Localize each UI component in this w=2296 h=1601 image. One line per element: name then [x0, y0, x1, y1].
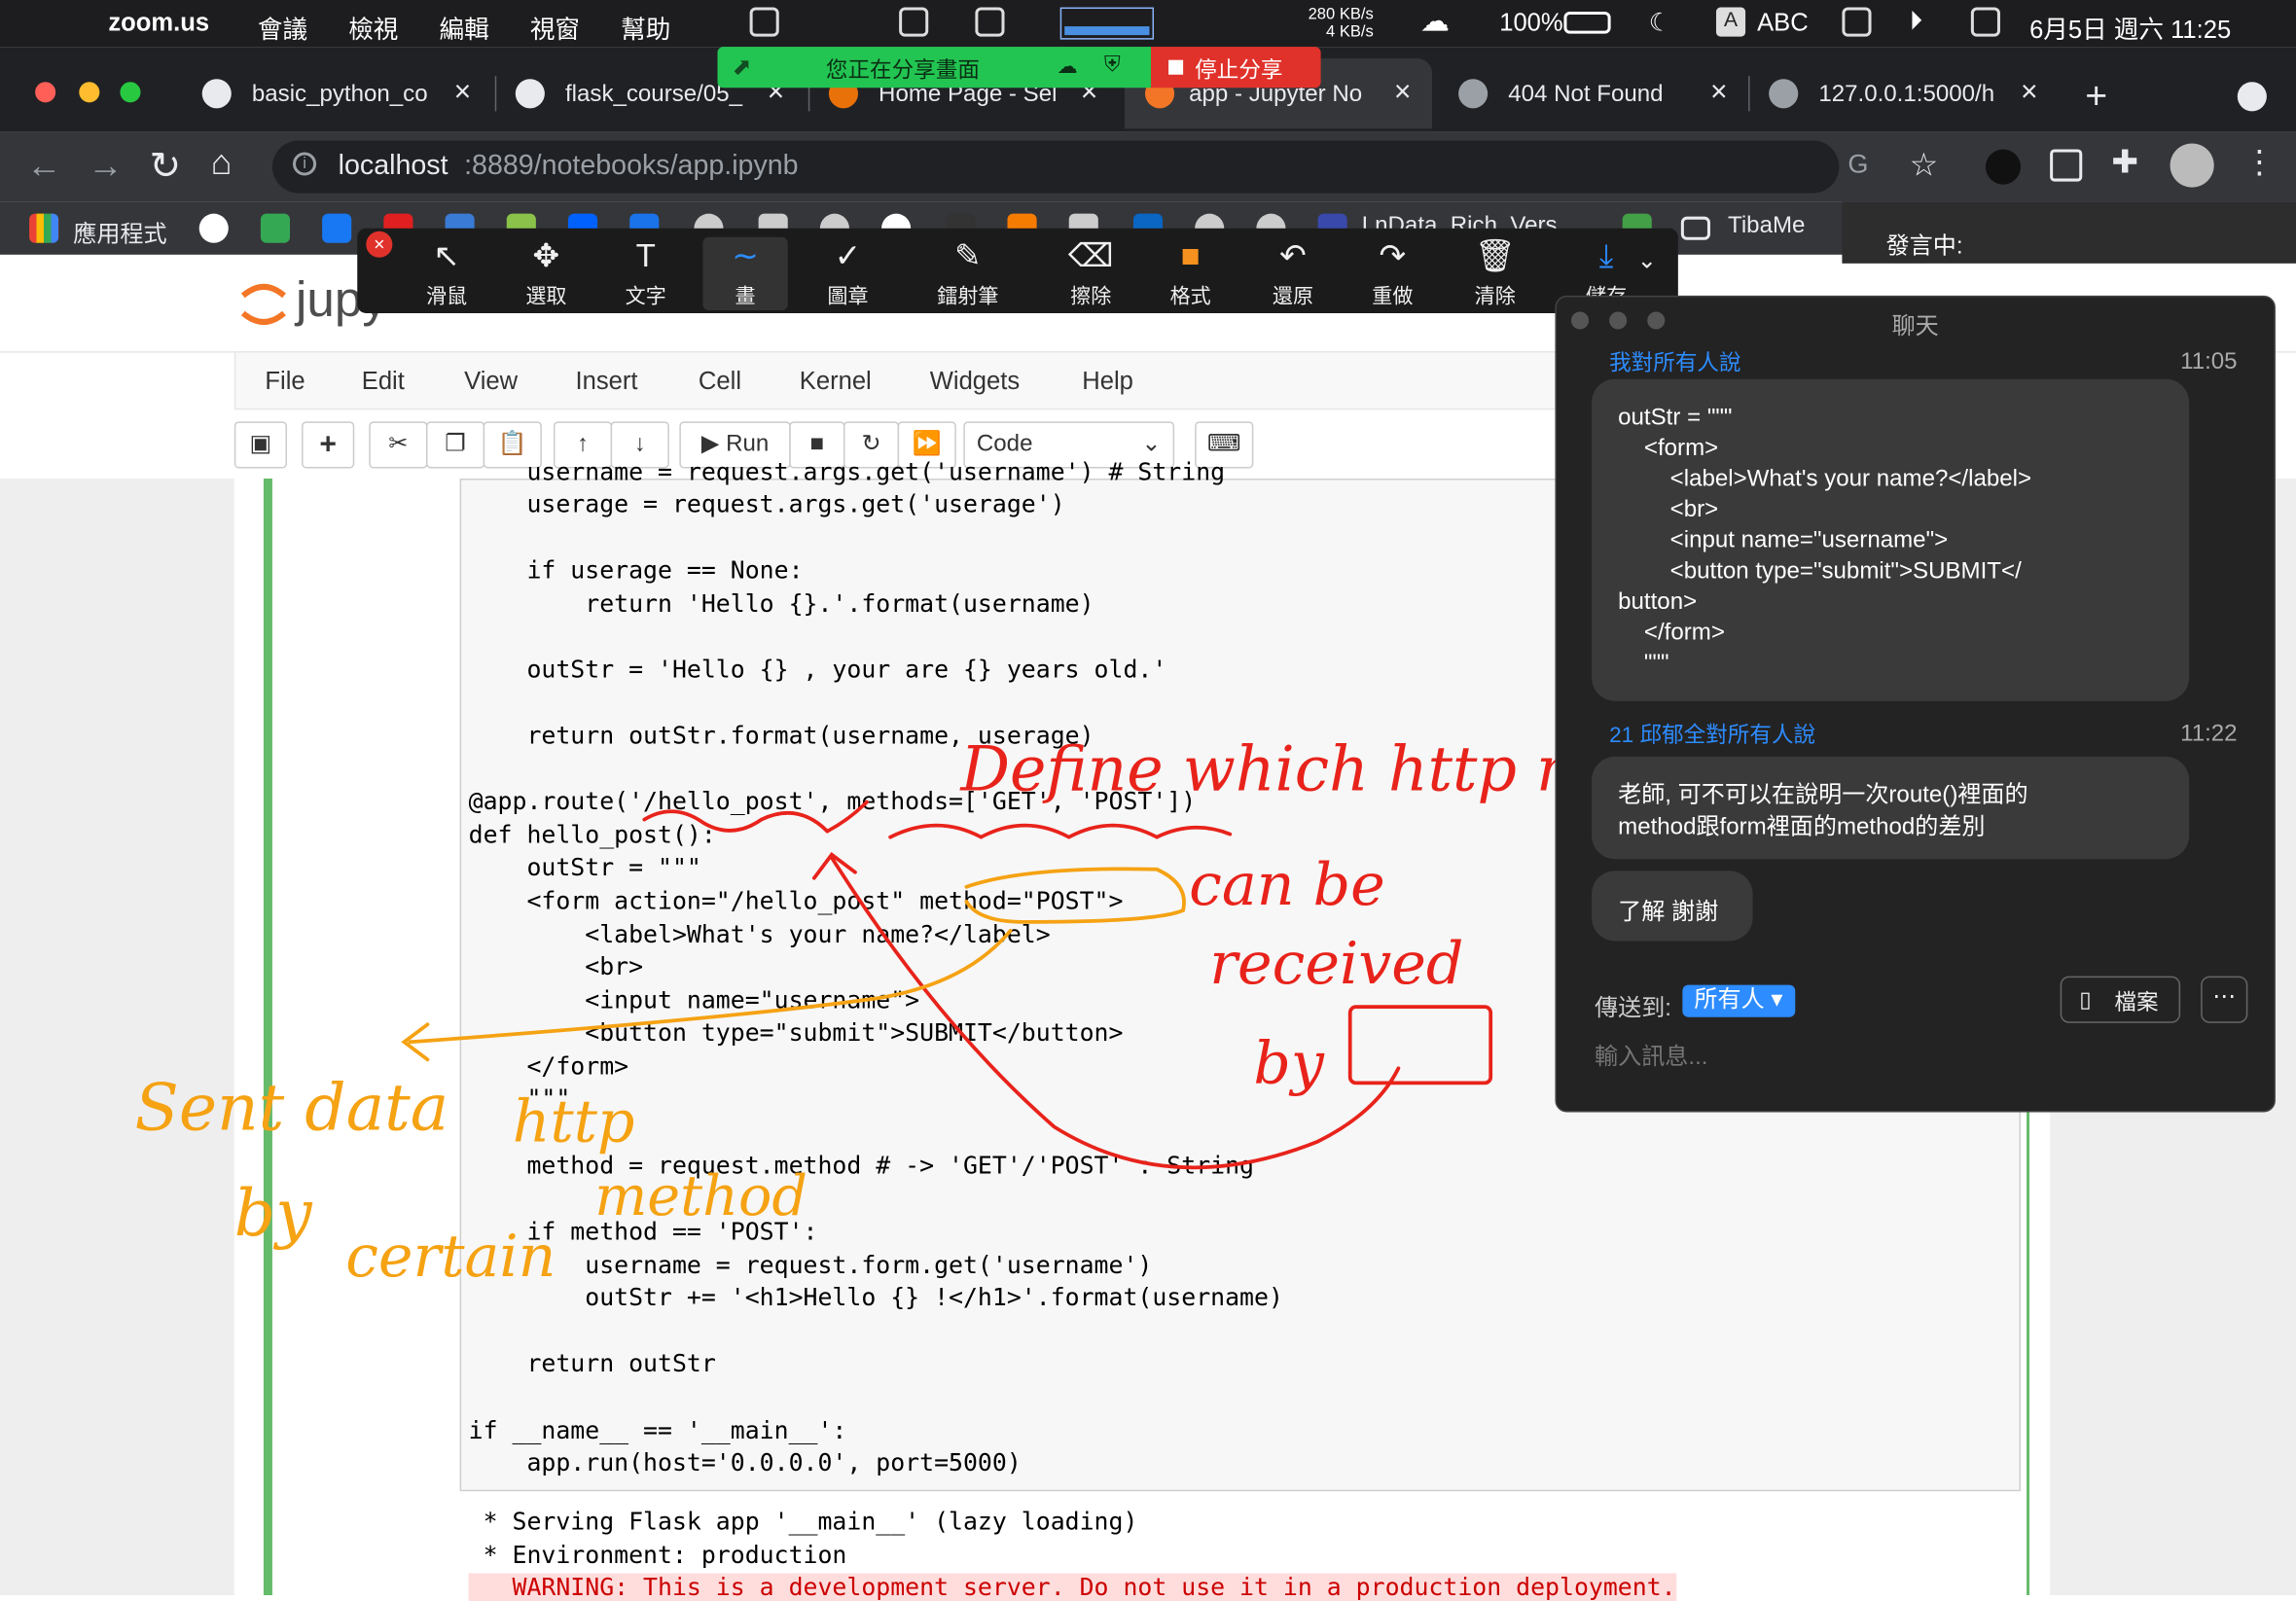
chat-line: """	[1618, 651, 1669, 677]
chevron-down-icon[interactable]: ⌄	[1637, 246, 1657, 275]
undo-icon: ↶	[1279, 236, 1307, 274]
tool-spotlight[interactable]: ✎ 鐳射筆	[925, 237, 1010, 310]
annotation-text: Sent data	[134, 1071, 448, 1146]
annotation-text: received	[1209, 930, 1463, 998]
chat-sender: 21 邱郁全對所有人說	[1609, 723, 1816, 748]
file-label: 檔案	[2114, 990, 2159, 1016]
red-underline-methods	[888, 823, 1233, 839]
save-download-icon: ⤓	[1598, 236, 1614, 274]
red-underline-route	[642, 800, 869, 834]
annotation-text: by	[234, 1176, 313, 1251]
tool-format[interactable]: ■ 格式	[1148, 237, 1233, 310]
tool-label: 文字	[625, 283, 666, 307]
tool-label: 畫	[735, 283, 756, 307]
chat-message: 了解 謝謝	[1592, 871, 1753, 942]
tool-label: 滑鼠	[425, 283, 468, 307]
tool-label: 清除	[1474, 283, 1516, 307]
tool-label: 選取	[525, 283, 567, 307]
caret-down-icon: ▾	[1771, 987, 1783, 1014]
file-button[interactable]: ▯ 檔案	[2060, 976, 2181, 1023]
tool-undo[interactable]: ↶ 還原	[1250, 237, 1335, 310]
tool-erase[interactable]: ⌫ 擦除	[1049, 237, 1133, 310]
tool-label: 鐳射筆	[937, 283, 999, 307]
move-icon: ✥	[532, 236, 560, 274]
file-icon: ▯	[2079, 987, 2092, 1014]
annotation-text: method	[594, 1164, 807, 1228]
chat-line: <input name="username">	[1618, 528, 1949, 553]
tool-label: 圖章	[827, 283, 869, 307]
tool-text[interactable]: T 文字	[603, 237, 688, 310]
red-box	[1347, 1005, 1493, 1085]
chat-line: 老師, 可不可以在說明一次route()裡面的	[1618, 782, 2028, 808]
annotation-text: by	[1253, 1029, 1325, 1097]
zoom-chat-window: 聊天 我對所有人說 11:05 outStr = """ <form> <lab…	[1555, 295, 2276, 1113]
laser-pen-icon: ✎	[953, 236, 982, 274]
recipient-value: 所有人	[1694, 987, 1765, 1014]
chat-line: </form>	[1618, 620, 1725, 646]
chat-message: outStr = """ <form> <label>What's your n…	[1592, 378, 2190, 701]
chat-line: outStr = """	[1618, 405, 1733, 431]
chat-message: 老師, 可不可以在說明一次route()裡面的 method跟form裡面的me…	[1592, 756, 2190, 860]
checkmark-icon: ✓	[834, 236, 862, 274]
orange-arrow	[408, 929, 1013, 1045]
tool-label: 擦除	[1070, 283, 1112, 307]
chat-line: method跟form裡面的method的差別	[1618, 815, 1986, 840]
red-arrowhead	[811, 852, 857, 880]
chat-message-input[interactable]	[1592, 1034, 2242, 1082]
tool-label: 格式	[1169, 283, 1211, 307]
eraser-icon: ⌫	[1067, 236, 1114, 274]
color-swatch-icon: ■	[1180, 236, 1201, 274]
chat-timestamp: 11:22	[2180, 721, 2238, 747]
chat-timestamp: 11:05	[2180, 349, 2238, 375]
annotation-text: can be	[1189, 851, 1385, 919]
tool-draw[interactable]: ∼ 畫	[702, 236, 788, 310]
tool-redo[interactable]: ↷ 重做	[1350, 237, 1435, 310]
redo-icon: ↷	[1379, 236, 1407, 274]
orange-circle-method	[964, 867, 1186, 924]
more-options-icon[interactable]: ⋯	[2201, 976, 2248, 1023]
tool-stamp[interactable]: ✓ 圖章	[806, 237, 890, 310]
annotation-text: certain	[345, 1223, 556, 1291]
tool-mouse[interactable]: ↖ 滑鼠	[404, 237, 488, 310]
send-to-label: 傳送到:	[1595, 996, 1672, 1022]
chat-line: button>	[1618, 589, 1698, 615]
chat-line: <form>	[1618, 436, 1719, 461]
chat-title: 聊天	[1891, 314, 1939, 340]
chat-sender: 我對所有人說	[1609, 351, 1741, 376]
text-icon: T	[635, 236, 656, 274]
recipient-select[interactable]: 所有人 ▾	[1682, 984, 1795, 1017]
trash-icon: 🗑	[1474, 236, 1516, 274]
chat-line: 了解 謝謝	[1618, 900, 1719, 925]
tool-label: 還原	[1272, 283, 1314, 307]
chat-line: <br>	[1618, 497, 1719, 523]
chat-line: <button type="submit">SUBMIT</	[1618, 558, 2022, 585]
tool-label: 重做	[1372, 283, 1414, 307]
chat-line: <label>What's your name?</label>	[1618, 466, 2032, 492]
close-toolbar-icon[interactable]: ×	[366, 231, 393, 258]
tool-select[interactable]: ✥ 選取	[504, 237, 589, 310]
tool-clear[interactable]: 🗑 清除	[1453, 237, 1537, 310]
squiggle-icon: ∼	[732, 236, 759, 274]
zoom-annotation-toolbar: × ↖ 滑鼠 ✥ 選取 T 文字 ∼ 畫 ✓ 圖章 ✎ 鐳射筆 ⌫ 擦除 ■ 格式 ↶ 還原 ↷ 重…	[357, 228, 1678, 313]
cursor-icon: ↖	[433, 236, 460, 274]
annotation-text: http	[513, 1088, 635, 1156]
